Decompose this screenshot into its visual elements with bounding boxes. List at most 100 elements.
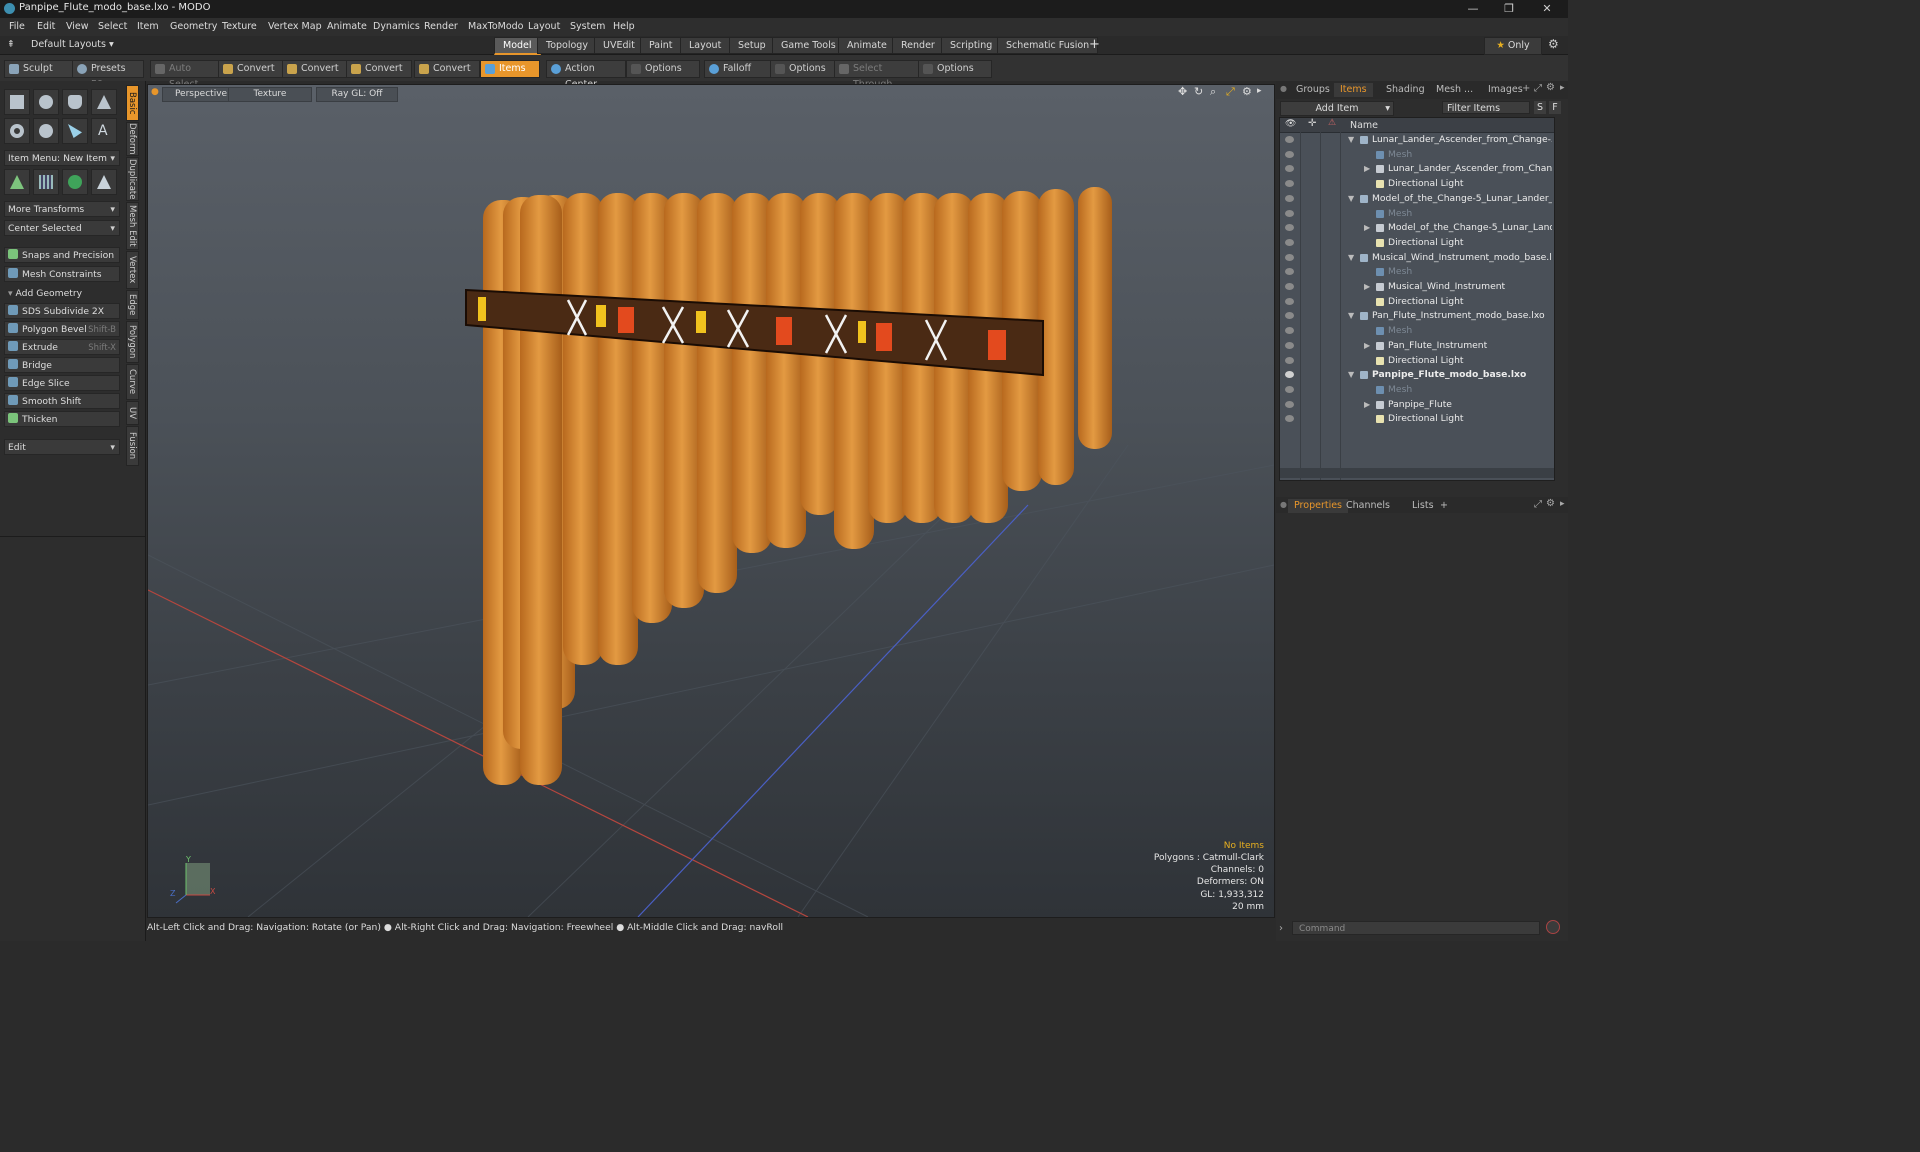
cone-primitive-button[interactable] xyxy=(91,89,117,115)
cube-primitive-button[interactable] xyxy=(4,89,30,115)
lock-column-icon[interactable]: ✛ xyxy=(1308,118,1316,129)
expand-arrow-icon[interactable]: ▶ xyxy=(1364,162,1370,177)
vtab-fusion[interactable]: Fusion xyxy=(126,426,139,466)
smooth-shift-button[interactable]: Smooth Shift xyxy=(4,393,120,409)
command-input[interactable]: Command xyxy=(1292,921,1540,935)
select-through-button[interactable]: Select Through xyxy=(834,60,922,90)
tab-game-tools[interactable]: Game Tools xyxy=(772,37,845,54)
extrude-button[interactable]: Extrude Shift-X xyxy=(4,339,120,355)
visibility-eye-icon[interactable] xyxy=(1285,165,1294,173)
tab-paint[interactable]: Paint xyxy=(640,37,682,54)
visibility-eye-icon[interactable] xyxy=(1285,194,1294,202)
menu-geometry[interactable]: Geometry xyxy=(170,21,217,32)
visibility-eye-icon[interactable] xyxy=(1285,209,1294,217)
action-center-button[interactable]: Action Center xyxy=(546,60,626,90)
panel-expand-icon[interactable]: ⤢ xyxy=(1534,499,1542,510)
menu-layout[interactable]: Layout xyxy=(528,21,560,32)
menu-select[interactable]: Select xyxy=(98,21,127,32)
pen-tool-button[interactable] xyxy=(62,118,88,144)
more-transforms-dropdown[interactable]: More Transforms xyxy=(4,201,120,218)
minimize-button[interactable]: — xyxy=(1458,1,1488,17)
cylinder-primitive-button[interactable] xyxy=(62,89,88,115)
convert-vertices-button[interactable]: Convert xyxy=(218,60,284,78)
filter-s-button[interactable]: S xyxy=(1534,101,1546,114)
panel-menu-icon[interactable]: ● xyxy=(1280,84,1287,93)
items-list-row[interactable]: Mesh xyxy=(1280,265,1552,280)
items-list-row[interactable]: Mesh xyxy=(1280,207,1552,222)
panel-menu-icon[interactable]: ● xyxy=(1280,500,1287,509)
gear-icon[interactable]: ⚙ xyxy=(1548,37,1559,51)
expand-arrow-icon[interactable]: ▶ xyxy=(1364,280,1370,295)
visibility-eye-icon[interactable] xyxy=(1285,253,1294,261)
items-list-row[interactable]: ▼ Panpipe_Flute_modo_base.lxo xyxy=(1280,368,1552,383)
visibility-eye-icon[interactable] xyxy=(1285,385,1294,393)
visibility-eye-icon[interactable] xyxy=(1285,136,1294,143)
items-list-row[interactable]: ▼ Model_of_the_Change-5_Lunar_Lander_m... xyxy=(1280,192,1552,207)
visibility-eye-icon[interactable] xyxy=(1285,238,1294,246)
maximize-button[interactable]: ❐ xyxy=(1494,1,1524,17)
layout-expand-icon[interactable]: ⇞ xyxy=(7,39,15,50)
expand-arrow-icon[interactable]: ▶ xyxy=(1364,398,1370,413)
items-mode-button[interactable]: Items xyxy=(480,60,540,78)
tab-scripting[interactable]: Scripting xyxy=(941,37,1002,54)
items-list-row[interactable]: Directional Light xyxy=(1280,412,1552,427)
center-selected-dropdown[interactable]: Center Selected xyxy=(4,220,120,237)
vtab-curve[interactable]: Curve xyxy=(126,364,139,400)
bridge-button[interactable]: Bridge xyxy=(4,357,120,373)
vtab-mesh-edit[interactable]: Mesh Edit xyxy=(126,202,139,250)
tab-properties[interactable]: Properties xyxy=(1288,499,1349,513)
visibility-column-icon[interactable]: 👁 xyxy=(1285,119,1296,129)
menu-system[interactable]: System xyxy=(570,21,605,32)
record-icon[interactable] xyxy=(1546,920,1560,934)
sculpt-button[interactable]: Sculpt xyxy=(4,60,76,78)
menu-view[interactable]: View xyxy=(66,21,89,32)
convert-edges-button[interactable]: Convert xyxy=(282,60,348,78)
filter-f-button[interactable]: F xyxy=(1549,101,1561,114)
tab-items[interactable]: Items xyxy=(1334,83,1373,97)
tab-channels[interactable]: Channels xyxy=(1340,499,1396,513)
move-tool-button[interactable] xyxy=(4,169,30,195)
close-button[interactable]: ✕ xyxy=(1532,1,1562,17)
options-button-1[interactable]: Options xyxy=(626,60,700,78)
edit-dropdown[interactable]: Edit xyxy=(4,439,120,456)
item-menu-dropdown[interactable]: Item Menu: New Item xyxy=(4,150,120,167)
vtab-polygon[interactable]: Polygon xyxy=(126,321,139,363)
tab-mesh[interactable]: Mesh ... xyxy=(1430,83,1479,97)
add-panel-tab-icon[interactable]: + xyxy=(1522,83,1530,94)
vtab-vertex[interactable]: Vertex xyxy=(126,251,139,289)
tab-uvedit[interactable]: UVEdit xyxy=(594,37,644,54)
options-button-3[interactable]: Options xyxy=(918,60,992,78)
sphere-primitive-button[interactable] xyxy=(33,89,59,115)
items-list-row[interactable]: Directional Light xyxy=(1280,236,1552,251)
vtab-deform[interactable]: Deform xyxy=(126,122,139,156)
tab-model[interactable]: Model xyxy=(494,37,541,55)
visibility-eye-icon[interactable] xyxy=(1285,224,1294,232)
globe-tool-button[interactable] xyxy=(62,169,88,195)
mesh-constraints-button[interactable]: Mesh Constraints xyxy=(4,266,120,282)
presets-button[interactable]: Presets F6 xyxy=(72,60,144,90)
collapse-arrow-icon[interactable]: ▼ xyxy=(1348,251,1354,266)
expand-arrow-icon[interactable]: ▶ xyxy=(1364,339,1370,354)
polygon-bevel-button[interactable]: Polygon Bevel Shift-B xyxy=(4,321,120,337)
menu-dynamics[interactable]: Dynamics xyxy=(373,21,420,32)
menu-animate[interactable]: Animate xyxy=(327,21,367,32)
items-list-row[interactable]: Mesh xyxy=(1280,383,1552,398)
panel-arrow-icon[interactable]: ▸ xyxy=(1560,83,1565,93)
menu-render[interactable]: Render xyxy=(424,21,458,32)
add-geometry-header[interactable]: ▾ Add Geometry xyxy=(4,285,120,301)
filter-items-input[interactable]: Filter Items xyxy=(1442,101,1530,114)
only-toggle[interactable]: ★ Only xyxy=(1484,37,1542,55)
visibility-eye-icon[interactable] xyxy=(1285,415,1294,423)
vtab-basic[interactable]: Basic xyxy=(126,85,139,121)
menu-vertex-map[interactable]: Vertex Map xyxy=(268,21,322,32)
items-list-row[interactable]: Directional Light xyxy=(1280,177,1552,192)
visibility-eye-icon[interactable] xyxy=(1285,297,1294,305)
capsule-primitive-button[interactable] xyxy=(33,118,59,144)
items-list-row[interactable]: ▼ Pan_Flute_Instrument_modo_base.lxo xyxy=(1280,309,1552,324)
3d-viewport[interactable]: ● Perspective Texture Ray GL: Off ✥ ↻ ⌕ … xyxy=(147,84,1275,918)
menu-help[interactable]: Help xyxy=(613,21,635,32)
items-list-row[interactable]: ▼ Lunar_Lander_Ascender_from_Change-5_... xyxy=(1280,133,1552,148)
thicken-button[interactable]: Thicken xyxy=(4,411,120,427)
items-list-row[interactable]: Directional Light xyxy=(1280,354,1552,369)
tab-shading[interactable]: Shading xyxy=(1380,83,1431,97)
